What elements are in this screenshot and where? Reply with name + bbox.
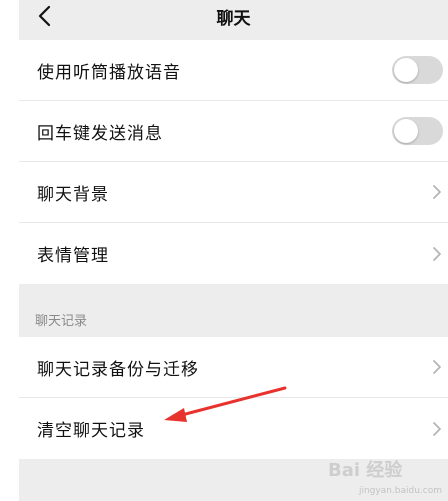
chevron-right-icon [433, 421, 441, 436]
setting-label: 聊天记录备份与迁移 [37, 359, 199, 380]
setting-label: 使用听筒播放语音 [37, 62, 181, 83]
toggle-knob [394, 58, 418, 82]
setting-row-earpiece-audio: 使用听筒播放语音 [19, 40, 448, 101]
baidu-jingyan-watermark: Bai 经验 jingyan.baidu.com [328, 450, 446, 496]
chevron-right-icon [433, 246, 441, 261]
chevron-right-icon [433, 185, 441, 199]
setting-row-enter-to-send: 回车键发送消息 [19, 101, 448, 162]
earpiece-audio-toggle[interactable] [392, 56, 443, 84]
setting-label: 清空聊天记录 [37, 421, 145, 441]
section-title-chat-history: 聊天记录 [35, 314, 88, 329]
nav-bar: 聊天 [19, 0, 448, 38]
watermark-url: jingyan.baidu.com [358, 486, 442, 496]
setting-row-chat-background[interactable]: 聊天背景 [19, 162, 448, 223]
setting-label: 表情管理 [37, 246, 109, 266]
setting-label: 回车键发送消息 [37, 123, 163, 144]
chat-settings-group: 使用听筒播放语音 回车键发送消息 聊天背景 表情管理 [19, 40, 448, 284]
enter-to-send-toggle[interactable] [392, 117, 443, 145]
chevron-right-icon [433, 360, 441, 374]
watermark-logo-text: Bai 经验 [328, 460, 403, 481]
toggle-knob [394, 119, 418, 143]
page-title: 聊天 [216, 9, 251, 29]
setting-label: 聊天背景 [37, 184, 109, 205]
screenshot: 聊天 使用听筒播放语音 回车键发送消息 聊天背景 表情管理 聊天记录 聊天记录备… [0, 0, 448, 501]
setting-row-sticker-management[interactable]: 表情管理 [19, 223, 448, 284]
red-arrow-annotation [164, 386, 287, 422]
